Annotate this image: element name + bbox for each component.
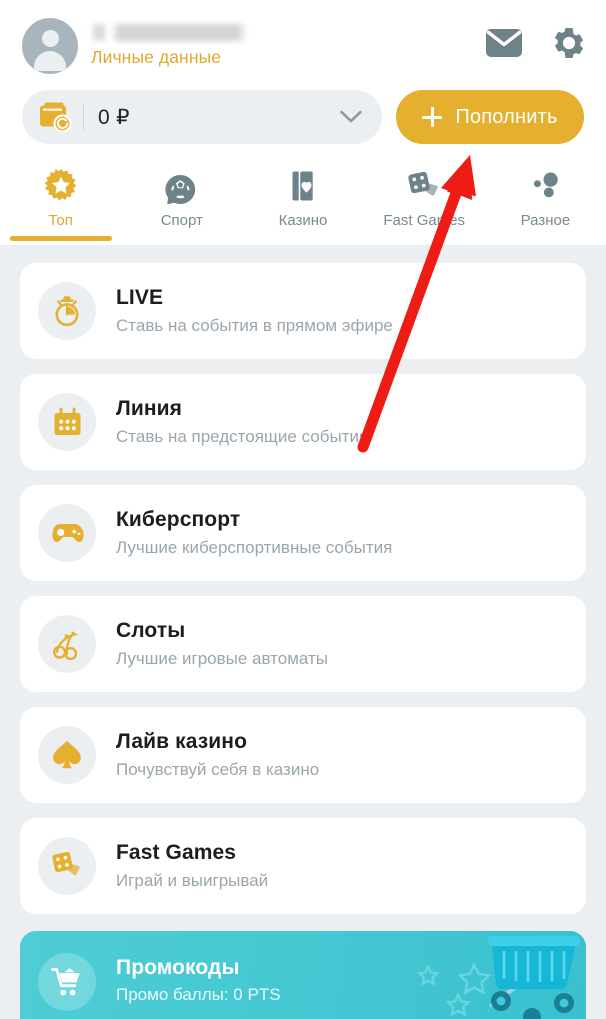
card-title: Лайв казино <box>116 730 247 754</box>
balance-divider <box>83 104 84 130</box>
personal-data-link[interactable]: Личные данные <box>91 47 245 68</box>
star-burst-icon <box>43 168 79 204</box>
cherries-icon <box>53 631 78 660</box>
username-redacted <box>93 24 245 41</box>
list-item-live-casino[interactable]: Лайв казино Почувствуй себя в казино <box>20 707 586 803</box>
card-text: Линия Ставь на предстоящие события <box>116 397 368 446</box>
tab-fast-games[interactable]: Fast Games <box>364 160 485 245</box>
soccer-ball-icon <box>164 168 200 204</box>
tab-top[interactable]: Топ <box>0 160 121 245</box>
main-list: LIVE Ставь на события в прямом эфире Лин… <box>0 245 606 1019</box>
card-text: Слоты Лучшие игровые автоматы <box>116 619 328 668</box>
tab-misc[interactable]: Разное <box>485 160 606 245</box>
deposit-button[interactable]: Пополнить <box>396 90 584 144</box>
balance-amount: 0 ₽ <box>98 105 130 129</box>
card-title: Fast Games <box>116 841 237 865</box>
envelope-icon[interactable] <box>486 29 522 57</box>
icon-wrap <box>38 504 96 562</box>
plus-icon <box>422 107 443 127</box>
promo-title: Промокоды <box>116 955 240 979</box>
card-text: Лайв казино Почувствуй себя в казино <box>116 730 319 779</box>
tab-label: Топ <box>48 212 73 229</box>
card-title: Линия <box>116 397 182 421</box>
gamepad-icon <box>52 524 84 543</box>
card-subtitle: Лучшие игровые автоматы <box>116 648 328 668</box>
profile-text: Личные данные <box>91 24 245 68</box>
card-text: Киберспорт Лучшие киберспортивные событи… <box>116 508 392 557</box>
icon-wrap <box>38 726 96 784</box>
active-tab-underline <box>10 236 112 241</box>
card-subtitle: Ставь на предстоящие события <box>116 426 369 446</box>
profile-block[interactable]: Личные данные <box>22 18 245 74</box>
dice-cards-icon <box>52 851 80 876</box>
shopping-cart-icon <box>51 968 80 996</box>
card-title: Киберспорт <box>116 508 241 532</box>
list-item-esports[interactable]: Киберспорт Лучшие киберспортивные событи… <box>20 485 586 581</box>
card-title: Слоты <box>116 619 186 643</box>
calendar-icon <box>54 407 80 435</box>
promo-text: Промокоды Промо баллы: 0 PTS <box>116 956 281 1005</box>
icon-wrap <box>38 615 96 673</box>
deposit-button-label: Пополнить <box>455 105 558 128</box>
tab-label: Казино <box>278 212 328 229</box>
icon-wrap <box>38 953 96 1011</box>
card-subtitle: Лучшие киберспортивные события <box>116 537 393 557</box>
dice-icon <box>405 168 443 204</box>
tab-bar: Топ Спорт Казино Fast Games Разное <box>0 160 606 245</box>
card-text: Fast Games Играй и выигрывай <box>116 841 268 890</box>
tab-label: Fast Games <box>383 212 466 229</box>
icon-wrap <box>38 837 96 895</box>
playing-cards-icon <box>285 168 321 204</box>
promo-banner[interactable]: Промокоды Промо баллы: 0 PTS <box>20 931 586 1019</box>
icon-wrap <box>38 393 96 451</box>
tab-label: Спорт <box>160 212 203 229</box>
balance-selector[interactable]: 0 ₽ <box>22 90 382 144</box>
icon-wrap <box>38 282 96 340</box>
spade-icon <box>53 740 81 769</box>
promo-subtitle: Промо баллы: 0 PTS <box>116 984 281 1004</box>
app-screen: Личные данные 0 ₽ Пополнить Топ Спорт Ка… <box>0 0 606 1019</box>
wallet-refresh-icon <box>40 102 72 132</box>
tab-label: Разное <box>520 212 571 229</box>
list-item-slots[interactable]: Слоты Лучшие игровые автоматы <box>20 596 586 692</box>
card-subtitle: Почувствуй себя в казино <box>116 759 320 779</box>
tab-casino[interactable]: Казино <box>242 160 363 245</box>
avatar[interactable] <box>22 18 78 74</box>
card-subtitle: Ставь на события в прямом эфире <box>116 315 393 335</box>
balance-row: 0 ₽ Пополнить <box>22 90 584 144</box>
tab-sport[interactable]: Спорт <box>121 160 242 245</box>
header: Личные данные 0 ₽ Пополнить <box>0 0 606 160</box>
card-title: LIVE <box>116 286 164 310</box>
list-item-fast-games[interactable]: Fast Games Играй и выигрывай <box>20 818 586 914</box>
list-item-line[interactable]: Линия Ставь на предстоящие события <box>20 374 586 470</box>
chevron-down-icon[interactable] <box>340 110 362 124</box>
list-item-live[interactable]: LIVE Ставь на события в прямом эфире <box>20 263 586 359</box>
gear-icon[interactable] <box>552 26 586 60</box>
card-subtitle: Играй и выигрывай <box>116 870 269 890</box>
stopwatch-icon <box>55 296 79 327</box>
promo-content: Промокоды Промо баллы: 0 PTS <box>20 931 586 1019</box>
header-icons <box>486 26 586 60</box>
card-text: LIVE Ставь на события в прямом эфире <box>116 286 393 335</box>
dots-cluster-icon <box>527 168 563 204</box>
